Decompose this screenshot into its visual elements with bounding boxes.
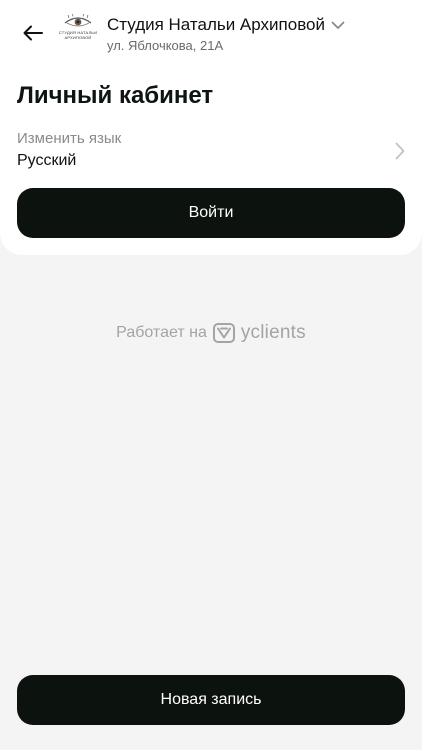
new-booking-button[interactable]: Новая запись xyxy=(17,675,405,725)
studio-name: Студия Натальи Архиповой xyxy=(107,15,325,34)
change-language-row[interactable]: Изменить язык Русский xyxy=(17,128,407,174)
studio-logo: СТУДИЯ НАТАЛЬИ АРХИПОВОЙ xyxy=(55,14,101,50)
arrow-left-icon xyxy=(23,25,43,41)
powered-by-text: Работает на xyxy=(116,324,207,341)
login-button[interactable]: Войти xyxy=(17,188,405,238)
brand-name: yclients xyxy=(240,322,306,343)
yclients-logo-icon xyxy=(212,323,235,343)
studio-address: ул. Яблочкова, 21А xyxy=(107,38,224,53)
page-title: Личный кабинет xyxy=(17,82,214,109)
logo-text: СТУДИЯ НАТАЛЬИ АРХИПОВОЙ xyxy=(58,30,98,40)
eye-logo-icon xyxy=(64,14,92,27)
studio-selector[interactable]: Студия Натальи Архиповой xyxy=(107,14,345,36)
chevron-down-icon xyxy=(331,21,345,30)
back-button[interactable] xyxy=(16,20,50,46)
powered-by[interactable]: Работает на yclients xyxy=(0,320,422,346)
chevron-right-icon xyxy=(395,142,405,165)
language-value: Русский xyxy=(17,152,77,169)
language-label: Изменить язык xyxy=(17,130,122,147)
profile-card: СТУДИЯ НАТАЛЬИ АРХИПОВОЙ Студия Натальи … xyxy=(0,0,422,255)
